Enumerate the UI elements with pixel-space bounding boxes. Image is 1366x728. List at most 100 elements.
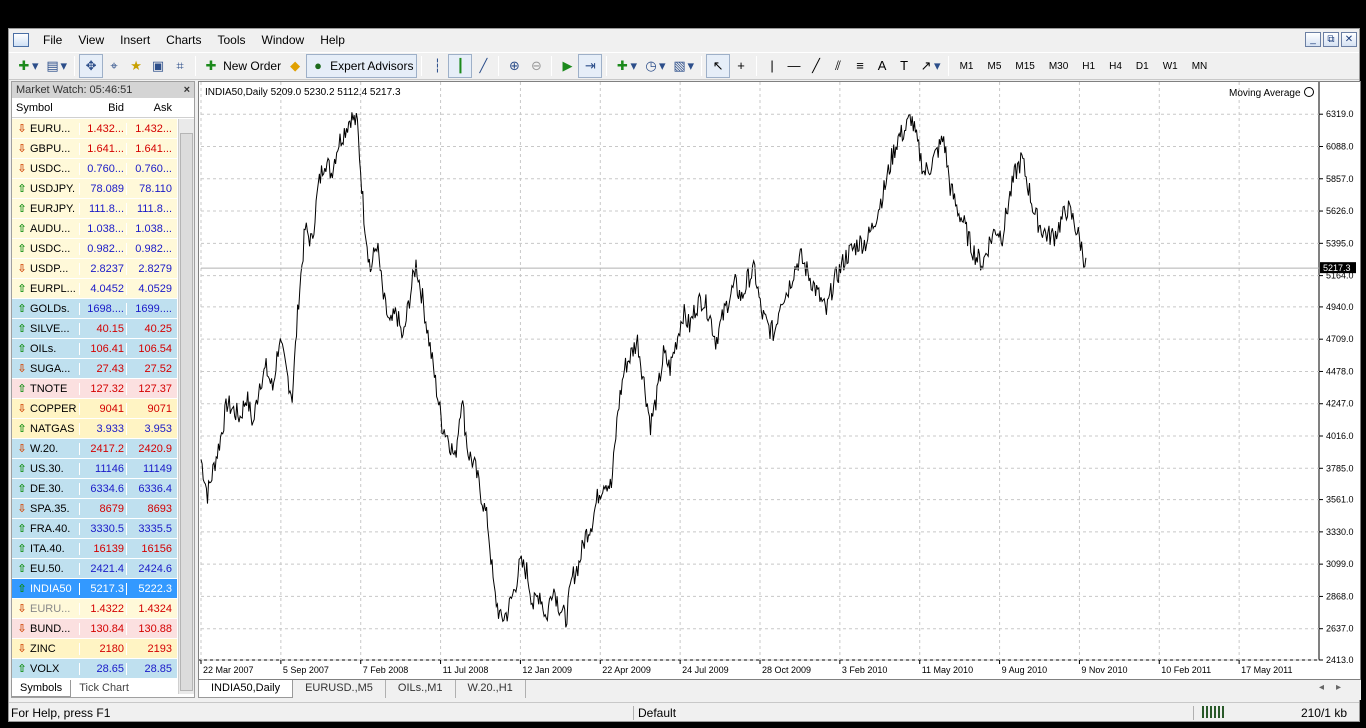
arrow-up-icon: ⇧ — [17, 223, 27, 235]
ask-cell: 3.953 — [126, 422, 174, 435]
market-watch-row[interactable]: ⇧ EURJPY. 111.8... 111.8... — [12, 199, 177, 219]
scrollbar-thumb[interactable] — [180, 133, 193, 691]
market-watch-row[interactable]: ⇩ BUND... 130.84 130.88 — [12, 619, 177, 639]
market-watch-row[interactable]: ⇩ SUGA... 27.43 27.52 — [12, 359, 177, 379]
data-window-icon[interactable]: ★ — [125, 54, 147, 78]
channel-icon[interactable]: ⫽ — [827, 54, 849, 78]
market-watch-row[interactable]: ⇩ USDC... 0.760... 0.760... — [12, 159, 177, 179]
menu-help[interactable]: Help — [312, 29, 353, 51]
menu-tools[interactable]: Tools — [210, 29, 254, 51]
vertical-line-icon[interactable]: | — [761, 54, 783, 78]
crosshair-icon[interactable]: + — [730, 54, 752, 78]
chart-tab[interactable]: W.20.,H1 — [456, 680, 526, 698]
minimize-button[interactable]: _ — [1305, 32, 1321, 47]
x-tick-label: 17 May 2011 — [1241, 665, 1292, 675]
templates-icon[interactable]: ▧ ▾ — [669, 54, 698, 78]
timeframe-m1[interactable]: M1 — [953, 61, 981, 72]
market-watch-row[interactable]: ⇧ TNOTE 127.32 127.37 — [12, 379, 177, 399]
timeframe-m15[interactable]: M15 — [1008, 61, 1041, 72]
market-watch-row[interactable]: ⇩ COPPER 9041 9071 — [12, 399, 177, 419]
market-watch-row[interactable]: ⇧ DE.30. 6334.6 6336.4 — [12, 479, 177, 499]
cursor-icon[interactable]: ↖ — [706, 54, 731, 78]
market-watch-row[interactable]: ⇩ GBPU... 1.641... 1.641... — [12, 139, 177, 159]
text-icon[interactable]: A — [871, 54, 893, 78]
timeframe-mn[interactable]: MN — [1185, 61, 1215, 72]
market-watch-scrollbar[interactable] — [178, 119, 194, 694]
market-watch-row[interactable]: ⇧ NATGAS 3.933 3.953 — [12, 419, 177, 439]
expert-advisors-button[interactable]: ● Expert Advisors — [306, 54, 418, 78]
terminal-icon[interactable]: ▣ — [147, 54, 169, 78]
fibonacci-icon[interactable]: ≡ — [849, 54, 871, 78]
chart-tab[interactable]: OILs.,M1 — [386, 680, 456, 698]
market-watch-row[interactable]: ⇧ EURPL... 4.0452 4.0529 — [12, 279, 177, 299]
chart-tab[interactable]: EURUSD.,M5 — [293, 680, 386, 698]
market-watch-row[interactable]: ⇧ OILs. 106.41 106.54 — [12, 339, 177, 359]
timeframe-h4[interactable]: H4 — [1102, 61, 1129, 72]
market-watch-row[interactable]: ⇩ EURU... 1.4322 1.4324 — [12, 599, 177, 619]
warning-icon[interactable]: ◆ — [284, 54, 306, 78]
navigator-icon[interactable]: ⌖ — [103, 54, 125, 78]
timeframe-m5[interactable]: M5 — [980, 61, 1008, 72]
indicators-icon[interactable]: ✚ ▾ — [611, 54, 640, 78]
price-chart[interactable]: 6319.06088.05857.05626.05395.05164.04940… — [199, 82, 1360, 679]
ask-column-header[interactable]: Ask — [126, 102, 174, 114]
market-watch-row[interactable]: ⇧ SILVE... 40.15 40.25 — [12, 319, 177, 339]
strategy-tester-icon[interactable]: ⌗ — [169, 54, 191, 78]
chart-tab[interactable]: INDIA50,Daily — [198, 680, 294, 698]
market-watch-row[interactable]: ⇧ ITA.40. 16139 16156 — [12, 539, 177, 559]
y-tick-label: 6088.0 — [1326, 141, 1354, 151]
menu-file[interactable]: File — [35, 29, 70, 51]
bid-column-header[interactable]: Bid — [79, 102, 126, 114]
menu-charts[interactable]: Charts — [158, 29, 209, 51]
menu-window[interactable]: Window — [254, 29, 313, 51]
bid-cell: 1.038... — [79, 222, 126, 235]
timeframe-w1[interactable]: W1 — [1156, 61, 1185, 72]
new-order-button[interactable]: ✚ New Order — [200, 54, 284, 78]
line-chart-icon[interactable]: ╱ — [472, 54, 494, 78]
market-watch-row[interactable]: ⇩ W.20. 2417.2 2420.9 — [12, 439, 177, 459]
market-watch-row[interactable]: ⇧ AUDU... 1.038... 1.038... — [12, 219, 177, 239]
symbol-cell: ⇧ TNOTE — [12, 382, 79, 396]
market-watch-row[interactable]: ⇩ EURU... 1.432... 1.432... — [12, 119, 177, 139]
market-watch-close-icon[interactable]: × — [184, 84, 190, 96]
chart-shift-icon[interactable]: ⇥ — [578, 54, 603, 78]
menu-view[interactable]: View — [70, 29, 112, 51]
trendline-icon[interactable]: ╱ — [805, 54, 827, 78]
close-button[interactable]: ✕ — [1341, 32, 1357, 47]
restore-button[interactable]: ⧉ — [1323, 32, 1339, 47]
text-label-icon[interactable]: T — [893, 54, 915, 78]
market-watch-row[interactable]: ⇧ FRA.40. 3330.5 3335.5 — [12, 519, 177, 539]
market-watch-row[interactable]: ⇧ US.30. 11146 11149 — [12, 459, 177, 479]
market-watch-row[interactable]: ⇩ SPA.35. 8679 8693 — [12, 499, 177, 519]
menu-insert[interactable]: Insert — [112, 29, 158, 51]
tab-scroll-arrows-icon[interactable]: ◂▸ — [1319, 682, 1353, 693]
market-watch-icon[interactable]: ✥ — [79, 54, 104, 78]
arrows-icon[interactable]: ↗ ▾ — [915, 54, 944, 78]
symbol-column-header[interactable]: Symbol — [12, 102, 79, 114]
timeframe-m30[interactable]: M30 — [1042, 61, 1075, 72]
zoom-in-icon[interactable]: ⊕ — [503, 54, 525, 78]
arrow-down-icon: ⇩ — [17, 603, 27, 615]
market-watch-row[interactable]: ⇧ USDC... 0.982... 0.982... — [12, 239, 177, 259]
horizontal-line-icon[interactable]: — — [783, 54, 805, 78]
bid-cell: 1698.... — [79, 302, 126, 315]
zoom-out-icon[interactable]: ⊖ — [525, 54, 547, 78]
tab-symbols[interactable]: Symbols — [11, 680, 72, 697]
market-watch-row[interactable]: ⇧ GOLDs. 1698.... 1699.... — [12, 299, 177, 319]
chart-window[interactable]: 6319.0 6088.0 5857.0 5626.0 5395.0 5164.0 4940… — [198, 81, 1361, 680]
market-watch-row[interactable]: ⇩ USDP... 2.8237 2.8279 — [12, 259, 177, 279]
market-watch-row[interactable]: ⇧ VOLX 28.65 28.85 — [12, 659, 177, 679]
profiles-icon[interactable]: ▤ ▾ — [42, 54, 71, 78]
periods-icon[interactable]: ◷ ▾ — [640, 54, 669, 78]
market-watch-row[interactable]: ⇧ INDIA50 5217.3 5222.3 — [12, 579, 177, 599]
autoscroll-icon[interactable]: ▶ — [556, 54, 578, 78]
market-watch-row[interactable]: ⇧ USDJPY. 78.089 78.110 — [12, 179, 177, 199]
timeframe-d1[interactable]: D1 — [1129, 61, 1156, 72]
market-watch-row[interactable]: ⇧ EU.50. 2421.4 2424.6 — [12, 559, 177, 579]
tab-tick-chart[interactable]: Tick Chart — [71, 680, 137, 697]
bar-chart-icon[interactable]: ┆ — [426, 54, 448, 78]
candlestick-icon[interactable]: ┃ — [448, 54, 473, 78]
timeframe-h1[interactable]: H1 — [1075, 61, 1102, 72]
market-watch-row[interactable]: ⇩ ZINC 2180 2193 — [12, 639, 177, 659]
new-chart-icon[interactable]: ✚ ▾ — [13, 54, 42, 78]
